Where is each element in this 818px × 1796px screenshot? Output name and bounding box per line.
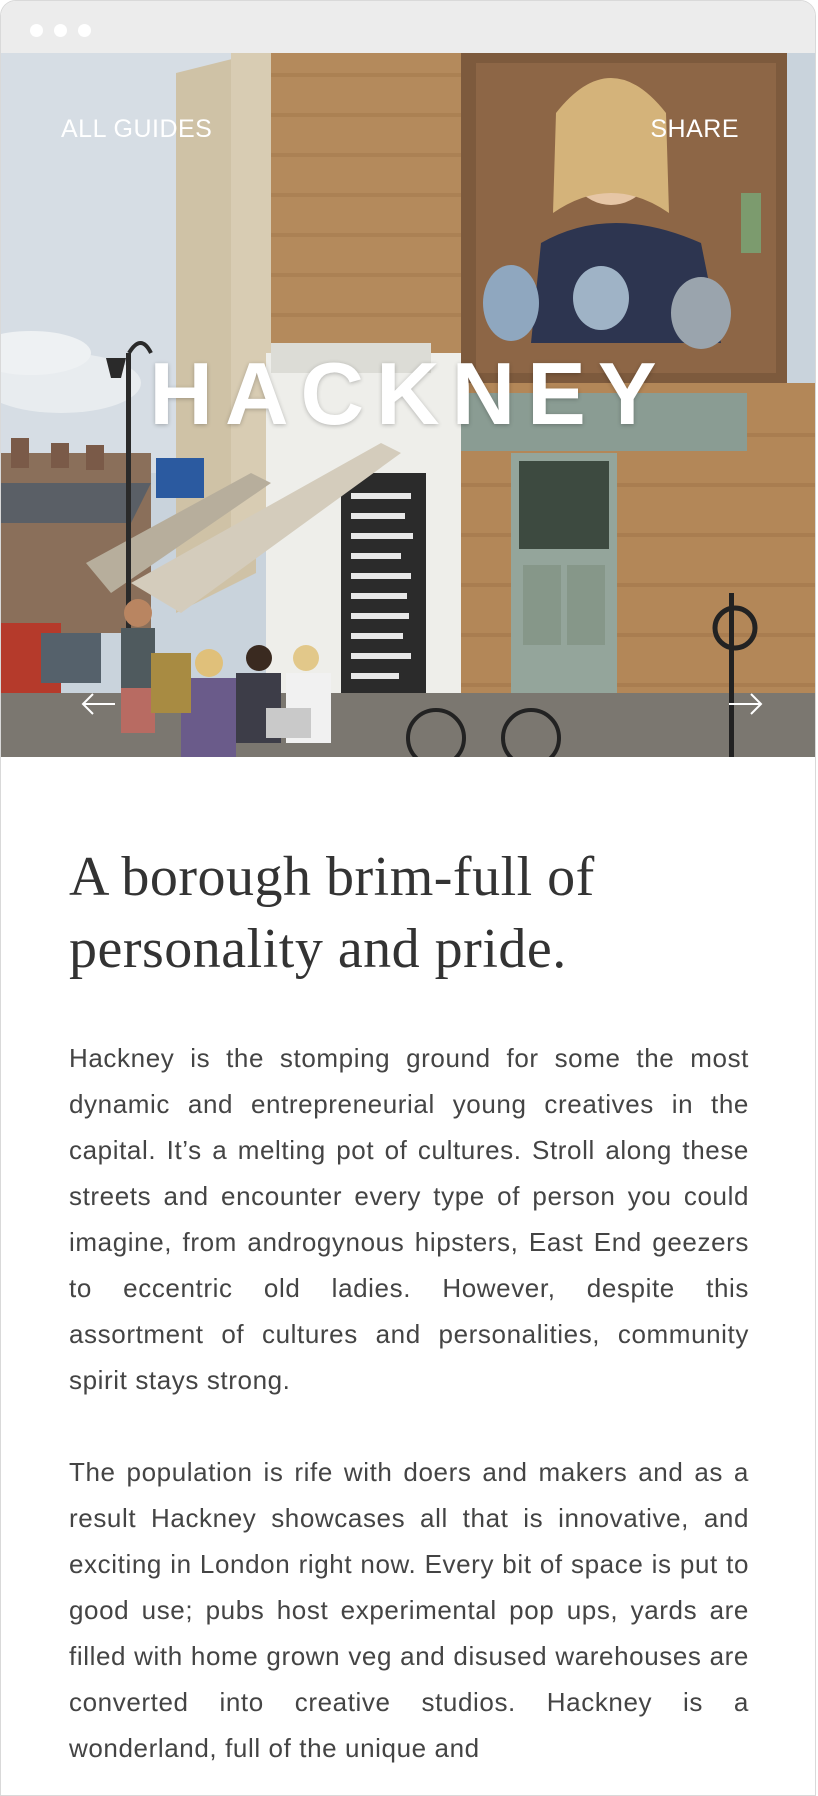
article-body: A borough brim-full of personality and p…	[69, 841, 749, 1771]
browser-window: ALL GUIDES SHARE HACKNEY A borough brim-…	[0, 0, 816, 1796]
arrow-right-icon[interactable]	[725, 689, 765, 719]
share-link[interactable]: SHARE	[650, 115, 739, 144]
window-close-button[interactable]	[30, 24, 43, 37]
article-paragraph: Hackney is the stomping ground for some …	[69, 1043, 749, 1395]
article-paragraph: The population is rife with doers and ma…	[69, 1457, 749, 1763]
all-guides-link[interactable]: ALL GUIDES	[61, 115, 212, 144]
window-minimize-button[interactable]	[54, 24, 67, 37]
hero-title: HACKNEY	[149, 344, 669, 443]
window-maximize-button[interactable]	[78, 24, 91, 37]
arrow-left-icon[interactable]	[79, 689, 119, 719]
hero-banner: ALL GUIDES SHARE HACKNEY	[1, 53, 815, 757]
window-titlebar	[1, 1, 815, 53]
article-headline: A borough brim-full of personality and p…	[69, 846, 595, 980]
